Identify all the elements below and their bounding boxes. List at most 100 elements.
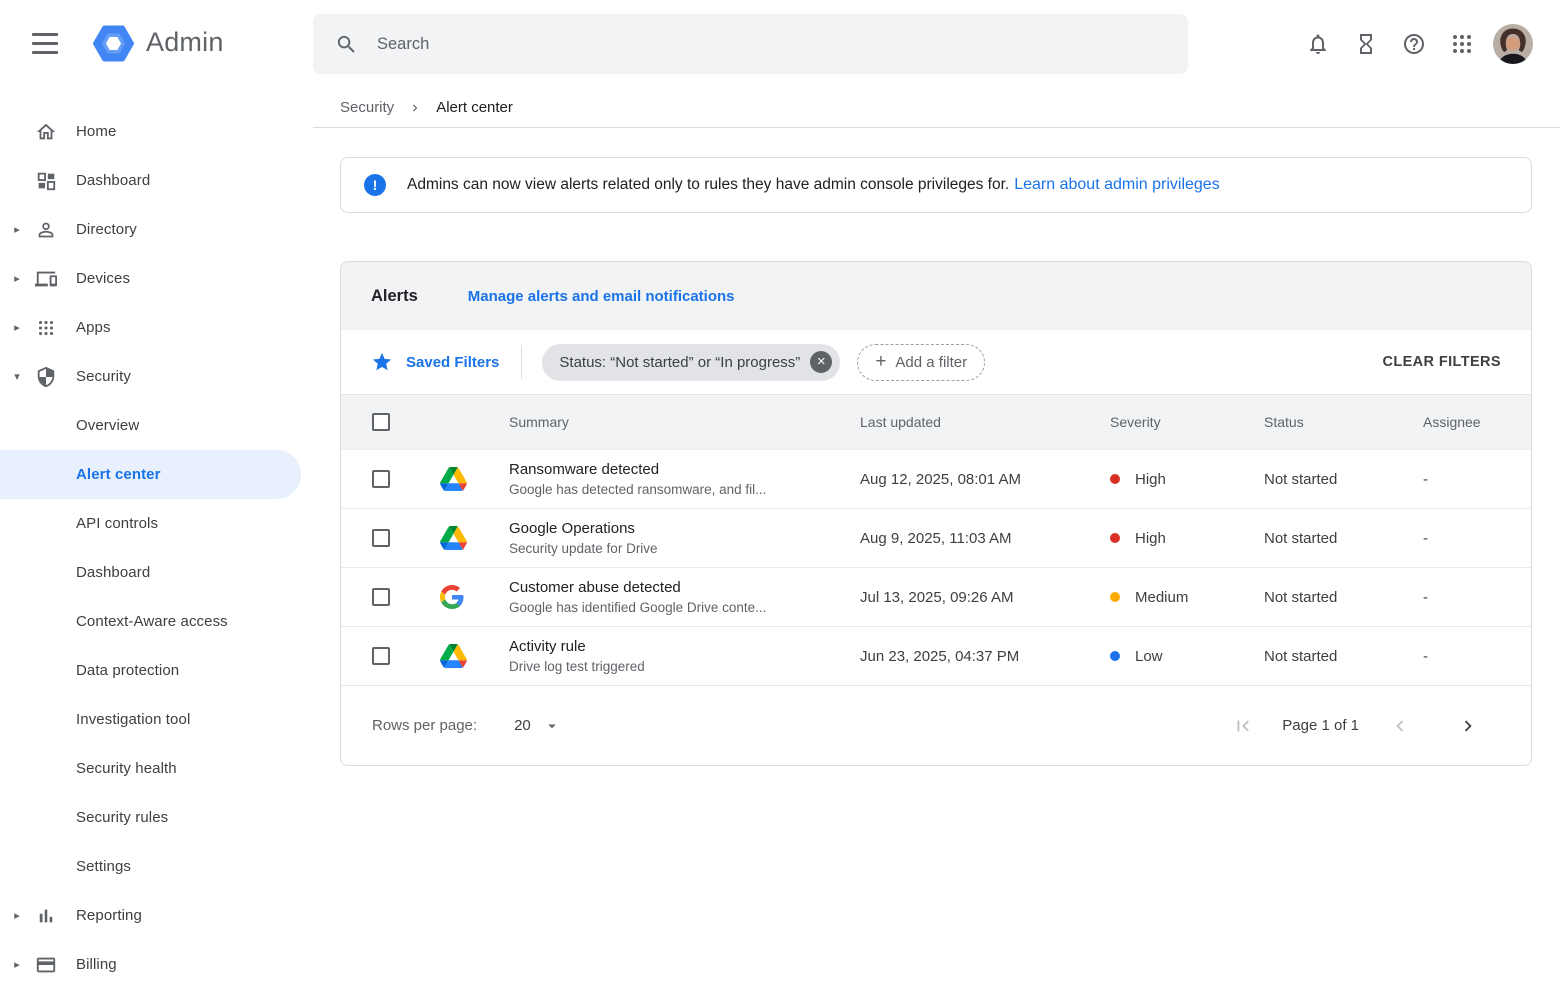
google-g-icon bbox=[440, 585, 509, 609]
alert-assignee: - bbox=[1423, 648, 1531, 665]
sidebar-item-security-rules[interactable]: Security rules bbox=[0, 793, 313, 842]
clear-filters-button[interactable]: CLEAR FILTERS bbox=[1382, 354, 1501, 370]
sidebar-item-billing[interactable]: ▸ Billing bbox=[0, 940, 313, 989]
info-banner: ! Admins can now view alerts related onl… bbox=[340, 157, 1532, 213]
page-status: Page 1 of 1 bbox=[1282, 717, 1359, 734]
divider bbox=[521, 345, 522, 379]
filter-chip-label: Status: “Not started” or “In progress” bbox=[559, 354, 800, 371]
sidebar-item-dashboard[interactable]: Dashboard bbox=[0, 156, 313, 205]
chevron-right-icon bbox=[408, 101, 422, 115]
google-admin-logo-icon bbox=[93, 23, 134, 64]
status-filter-chip[interactable]: Status: “Not started” or “In progress” × bbox=[542, 344, 840, 381]
alert-assignee: - bbox=[1423, 530, 1531, 547]
sidebar-item-directory[interactable]: ▸ Directory bbox=[0, 205, 313, 254]
sidebar-item-security[interactable]: ▾ Security bbox=[0, 352, 313, 401]
severity-label: High bbox=[1135, 530, 1166, 547]
topbar-actions bbox=[1294, 20, 1536, 68]
row-checkbox[interactable] bbox=[372, 470, 390, 488]
sidebar-item-reporting[interactable]: ▸ Reporting bbox=[0, 891, 313, 940]
expand-caret-icon[interactable]: ▸ bbox=[0, 223, 34, 236]
remove-filter-icon[interactable]: × bbox=[810, 351, 832, 373]
table-row[interactable]: Activity rule Drive log test triggered J… bbox=[341, 626, 1531, 685]
row-checkbox[interactable] bbox=[372, 529, 390, 547]
help-icon[interactable] bbox=[1390, 20, 1438, 68]
search-icon bbox=[335, 33, 358, 56]
table-header-row: Summary Last updated Severity Status Ass… bbox=[341, 395, 1531, 449]
first-page-button[interactable] bbox=[1232, 715, 1254, 737]
select-all-checkbox[interactable] bbox=[372, 413, 390, 431]
sidebar-item-label: Devices bbox=[76, 270, 130, 287]
expand-caret-icon[interactable]: ▸ bbox=[0, 321, 34, 334]
alert-title: Google Operations bbox=[509, 520, 860, 537]
alert-subtitle: Drive log test triggered bbox=[509, 659, 860, 674]
banner-message: Admins can now view alerts related only … bbox=[407, 176, 1009, 194]
expand-caret-icon[interactable]: ▸ bbox=[0, 272, 34, 285]
google-drive-icon bbox=[440, 467, 509, 491]
table-row[interactable]: Google Operations Security update for Dr… bbox=[341, 508, 1531, 567]
breadcrumb-security[interactable]: Security bbox=[340, 99, 394, 116]
notifications-bell-icon[interactable] bbox=[1294, 20, 1342, 68]
saved-filters-button[interactable]: Saved Filters bbox=[371, 351, 499, 373]
home-icon bbox=[34, 120, 58, 144]
row-checkbox[interactable] bbox=[372, 588, 390, 606]
alert-assignee: - bbox=[1423, 471, 1531, 488]
sidebar-item-label: Dashboard bbox=[76, 172, 150, 189]
alerts-card: Alerts Manage alerts and email notificat… bbox=[340, 261, 1532, 766]
sidebar-item-investigation-tool[interactable]: Investigation tool bbox=[0, 695, 313, 744]
admin-privileges-link[interactable]: Learn about admin privileges bbox=[1014, 176, 1219, 194]
search-bar[interactable] bbox=[313, 14, 1188, 74]
collapse-caret-icon[interactable]: ▾ bbox=[0, 370, 34, 383]
apps-grid-icon[interactable] bbox=[1438, 20, 1486, 68]
menu-icon[interactable] bbox=[32, 33, 58, 54]
search-input[interactable] bbox=[377, 35, 1166, 54]
sidebar-item-settings[interactable]: Settings bbox=[0, 842, 313, 891]
sidebar-item-security-health[interactable]: Security health bbox=[0, 744, 313, 793]
breadcrumb-alert-center: Alert center bbox=[436, 99, 513, 116]
expand-caret-icon[interactable]: ▸ bbox=[0, 909, 34, 922]
sidebar-item-devices[interactable]: ▸ Devices bbox=[0, 254, 313, 303]
alert-last-updated: Jun 23, 2025, 04:37 PM bbox=[860, 648, 1110, 665]
credit-card-icon bbox=[34, 953, 58, 977]
severity-label: High bbox=[1135, 471, 1166, 488]
add-filter-button[interactable]: + Add a filter bbox=[857, 344, 985, 381]
sidebar-item-home[interactable]: Home bbox=[0, 107, 313, 156]
table-row[interactable]: Ransomware detected Google has detected … bbox=[341, 449, 1531, 508]
column-header-last-updated: Last updated bbox=[860, 414, 1110, 430]
table-row[interactable]: Customer abuse detected Google has ident… bbox=[341, 567, 1531, 626]
avatar[interactable] bbox=[1490, 21, 1536, 67]
next-page-button[interactable] bbox=[1457, 715, 1479, 737]
alert-last-updated: Aug 12, 2025, 08:01 AM bbox=[860, 471, 1110, 488]
sidebar-item-context-aware-access[interactable]: Context-Aware access bbox=[0, 597, 313, 646]
column-header-status: Status bbox=[1264, 414, 1423, 430]
rows-per-page-select[interactable]: 20 bbox=[514, 717, 561, 735]
sidebar-item-data-protection[interactable]: Data protection bbox=[0, 646, 313, 695]
expand-caret-icon[interactable]: ▸ bbox=[0, 958, 34, 971]
devices-icon bbox=[34, 267, 58, 291]
alert-title: Customer abuse detected bbox=[509, 579, 860, 596]
star-icon bbox=[371, 351, 393, 373]
dashboard-icon bbox=[34, 169, 58, 193]
alerts-title: Alerts bbox=[371, 287, 418, 306]
alert-title: Activity rule bbox=[509, 638, 860, 655]
alert-last-updated: Aug 9, 2025, 11:03 AM bbox=[860, 530, 1110, 547]
topbar: Admin bbox=[0, 0, 1560, 88]
row-checkbox[interactable] bbox=[372, 647, 390, 665]
apps-icon bbox=[34, 316, 58, 340]
alert-status: Not started bbox=[1264, 471, 1423, 488]
filter-bar: Saved Filters Status: “Not started” or “… bbox=[341, 330, 1531, 395]
sidebar-item-alert-center[interactable]: Alert center bbox=[0, 450, 301, 499]
hourglass-icon[interactable] bbox=[1342, 20, 1390, 68]
previous-page-button[interactable] bbox=[1389, 715, 1411, 737]
column-header-severity: Severity bbox=[1110, 414, 1264, 430]
info-icon: ! bbox=[364, 174, 386, 196]
alert-status: Not started bbox=[1264, 648, 1423, 665]
sidebar-item-api-controls[interactable]: API controls bbox=[0, 499, 313, 548]
main-content: Security Alert center ! Admins can now v… bbox=[313, 88, 1560, 986]
sidebar-item-overview[interactable]: Overview bbox=[0, 401, 313, 450]
sidebar-item-security-dashboard[interactable]: Dashboard bbox=[0, 548, 313, 597]
sidebar-item-apps[interactable]: ▸ Apps bbox=[0, 303, 313, 352]
manage-alerts-link[interactable]: Manage alerts and email notifications bbox=[468, 288, 735, 305]
product-title: Admin bbox=[146, 27, 224, 58]
alert-subtitle: Google has identified Google Drive conte… bbox=[509, 600, 860, 615]
shield-icon bbox=[34, 365, 58, 389]
